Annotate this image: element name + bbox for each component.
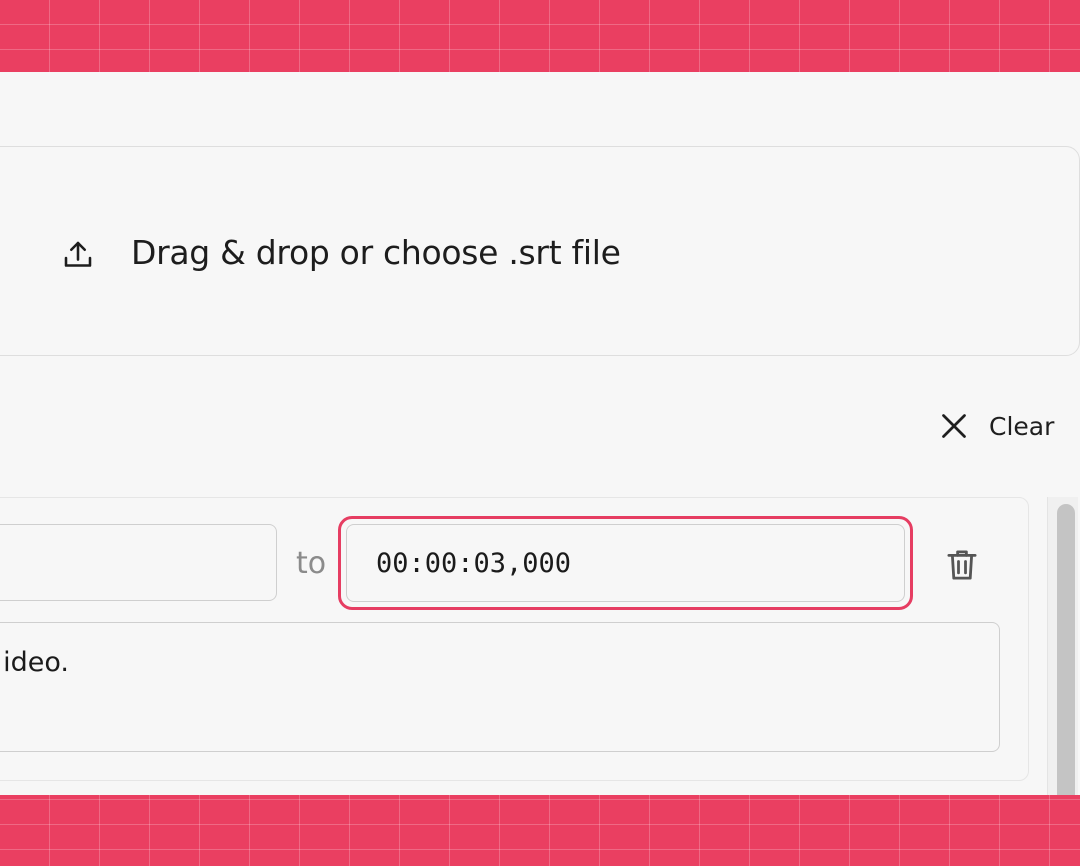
- time-range-separator: to: [296, 546, 327, 581]
- upload-icon: [64, 241, 92, 267]
- clear-label: Clear: [989, 411, 1055, 441]
- end-time-input[interactable]: [346, 524, 905, 602]
- srt-file-dropzone[interactable]: Drag & drop or choose .srt file: [0, 146, 1080, 356]
- clear-button[interactable]: Clear: [936, 406, 1054, 446]
- subtitle-text-value: ideo.: [3, 647, 69, 678]
- dropzone-label: Drag & drop or choose .srt file: [131, 233, 621, 272]
- scrollbar-thumb[interactable]: [1057, 504, 1075, 795]
- subtitle-editor-panel: Drag & drop or choose .srt file Clear to…: [0, 72, 1080, 795]
- close-icon: [942, 414, 966, 438]
- subtitle-text-input[interactable]: ideo.: [0, 622, 1000, 752]
- start-time-input[interactable]: [0, 524, 277, 601]
- trash-icon[interactable]: [941, 544, 983, 586]
